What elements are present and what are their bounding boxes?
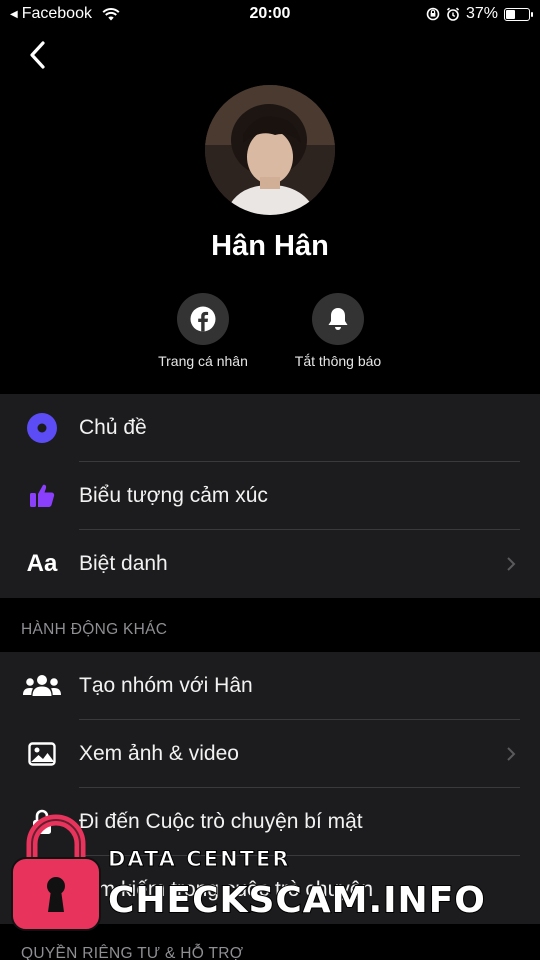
mute-notifications-label: Tắt thông báo [294,353,382,369]
orientation-lock-icon [426,7,440,21]
view-media-label: Xem ảnh & video [79,742,239,765]
create-group-label: Tạo nhóm với Hân [79,674,253,697]
back-arrow-icon[interactable] [26,38,54,72]
watermark-line1: DATA CENTER [107,847,291,872]
theme-row[interactable]: Chủ đề [0,394,540,462]
customize-group: Chủ đề Biểu tượng cảm xúc Aa Biệt danh [0,394,540,598]
emoji-label: Biểu tượng cảm xúc [79,484,268,507]
watermark-line2: CHECKSCAM.INFO [107,879,486,922]
battery-level [506,9,515,19]
thumbs-up-icon [22,476,62,516]
nickname-row[interactable]: Aa Biệt danh [0,530,540,598]
profile-name: Hân Hân [211,230,329,262]
alarm-icon [446,7,460,21]
profile-page-action[interactable]: Trang cá nhân [143,293,263,369]
profile-page-button[interactable] [177,293,229,345]
status-bar: ◀ Facebook 20:00 37% [0,0,540,28]
photo-icon [22,734,62,774]
profile-page-label: Trang cá nhân [158,353,248,369]
mute-notifications-action[interactable]: Tắt thông báo [278,293,398,369]
group-icon [22,666,62,706]
view-media-row[interactable]: Xem ảnh & video [0,720,540,788]
theme-icon [22,408,62,448]
theme-label: Chủ đề [79,416,147,439]
chevron-right-icon [507,747,516,761]
battery-percent: 37% [465,5,498,22]
bell-icon [328,308,348,330]
more-actions-header: HÀNH ĐỘNG KHÁC [21,621,168,638]
privacy-header: QUYỀN RIÊNG TƯ & HỖ TRỢ [21,945,244,960]
watermark: DATA CENTER CHECKSCAM.INFO [10,812,500,932]
emoji-row[interactable]: Biểu tượng cảm xúc [0,462,540,530]
facebook-icon [190,306,216,332]
mute-notifications-button[interactable] [312,293,364,345]
nickname-icon: Aa [26,550,58,577]
create-group-row[interactable]: Tạo nhóm với Hân [0,652,540,720]
nickname-label: Biệt danh [79,552,168,575]
watermark-lock-icon [11,814,101,931]
chevron-right-icon [507,557,516,571]
status-right: 37% [426,5,533,23]
profile-photo [205,85,335,215]
battery-icon [504,7,533,21]
avatar [205,85,335,215]
